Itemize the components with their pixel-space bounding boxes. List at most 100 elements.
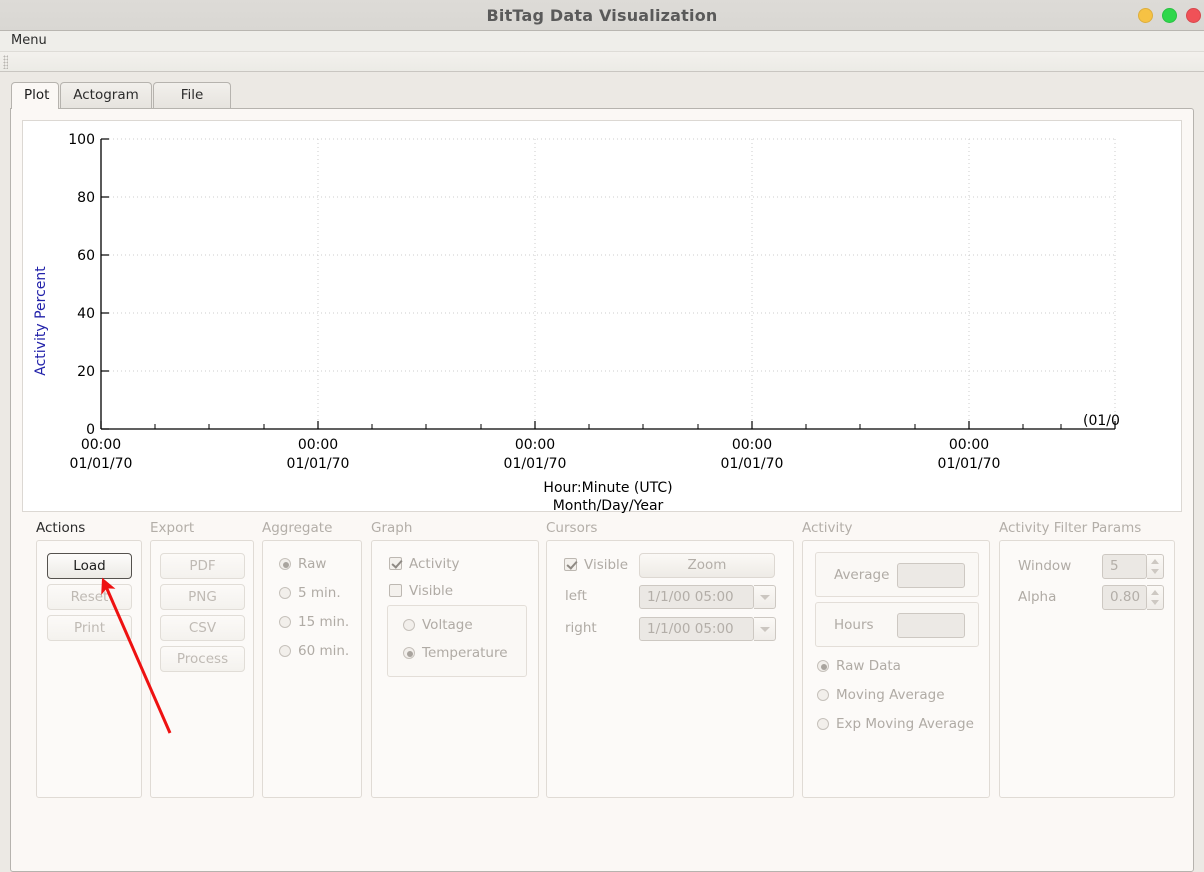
svg-text:01/01/70: 01/01/70 <box>70 456 133 472</box>
reset-button: Reset <box>47 584 132 610</box>
group-cursors-box: Visible Zoom left 1/1/00 05:00 right 1/1… <box>546 540 794 798</box>
plot-gridlines-horizontal <box>101 138 1115 372</box>
group-actions-title: Actions <box>36 520 86 536</box>
group-export-box: PDF PNG CSV Process <box>150 540 254 798</box>
checkbox-icon <box>389 557 402 570</box>
plot-x-minor-ticks <box>154 424 1062 429</box>
plot-gridlines-vertical <box>317 139 1116 429</box>
svg-text:01/01/70: 01/01/70 <box>504 456 567 472</box>
svg-text:00:00: 00:00 <box>949 437 989 453</box>
group-graph: Graph Activity Visible Voltage Temperatu… <box>371 519 539 798</box>
toolbar-drag-handle-icon[interactable] <box>3 55 8 69</box>
window-minimize-button[interactable] <box>1138 8 1153 23</box>
window-close-button[interactable] <box>1186 8 1201 23</box>
radio-icon <box>279 645 291 657</box>
group-actions: Actions Load Reset Print <box>36 519 142 798</box>
svg-text:00:00: 00:00 <box>81 437 121 453</box>
activity-average-label: Average <box>834 567 890 583</box>
group-aggregate-title: Aggregate <box>262 520 333 536</box>
menu-item-menu[interactable]: Menu <box>8 31 50 51</box>
activity-hours-label: Hours <box>834 617 874 633</box>
svg-text:60: 60 <box>77 248 95 264</box>
group-activity-box: Average Hours Raw Data Moving Average Ex… <box>802 540 990 798</box>
svg-text:00:00: 00:00 <box>515 437 555 453</box>
filter-window-spinner-icon <box>1147 554 1164 579</box>
menu-bar: Menu <box>0 31 1204 51</box>
tab-file-info[interactable]: File Info <box>153 82 231 128</box>
group-export: Export PDF PNG CSV Process <box>150 519 254 798</box>
window-maximize-button[interactable] <box>1162 8 1177 23</box>
plot-y-tick-labels: 100 80 60 40 20 0 <box>68 132 95 438</box>
plot-x-ticks <box>100 421 1116 429</box>
svg-text:01/01/70: 01/01/70 <box>287 456 350 472</box>
load-button[interactable]: Load <box>47 553 132 579</box>
radio-icon <box>279 616 291 628</box>
group-cursors-title: Cursors <box>546 520 598 536</box>
toolbar <box>0 51 1204 72</box>
spinner-down-icon <box>1151 569 1159 574</box>
spinner-up-icon <box>1151 590 1159 595</box>
svg-text:Month/Day/Year: Month/Day/Year <box>553 498 664 513</box>
svg-text:Hour:Minute (UTC): Hour:Minute (UTC) <box>543 480 672 496</box>
export-pdf-button: PDF <box>160 553 245 579</box>
plot-axes <box>100 139 1115 430</box>
group-aggregate-box: Raw 5 min. 15 min. 60 min. <box>262 540 362 798</box>
plot-x-axis-label: Hour:Minute (UTC) Month/Day/Year <box>543 480 672 513</box>
svg-text:01/01/70: 01/01/70 <box>721 456 784 472</box>
activity-plot-svg: 100 80 60 40 20 0 Activity Percent 00:00… <box>33 132 1120 513</box>
radio-icon <box>817 718 829 730</box>
filter-alpha-spinner-icon <box>1147 585 1164 610</box>
group-activity-title: Activity <box>802 520 853 536</box>
radio-icon <box>817 689 829 701</box>
svg-text:00:00: 00:00 <box>732 437 772 453</box>
plot-x-tick-labels: 00:00 01/01/70 00:00 01/01/70 00:00 01/0… <box>70 437 1001 472</box>
activity-hours-input <box>897 613 965 638</box>
radio-icon <box>403 619 415 631</box>
svg-text:01/01/70: 01/01/70 <box>938 456 1001 472</box>
plot-canvas[interactable]: 100 80 60 40 20 0 Activity Percent 00:00… <box>22 120 1182 513</box>
cursors-left-input: 1/1/00 05:00 <box>639 585 754 609</box>
activity-average-subgroup: Average <box>815 552 979 597</box>
filter-alpha-label: Alpha <box>1018 589 1057 605</box>
group-aggregate: Aggregate Raw 5 min. 15 min. 60 min. <box>262 519 362 798</box>
svg-text:40: 40 <box>77 306 95 322</box>
cursors-right-dropdown-icon <box>754 617 776 641</box>
tab-panel-plot: 100 80 60 40 20 0 Activity Percent 00:00… <box>10 108 1194 872</box>
activity-average-input <box>897 563 965 588</box>
radio-icon <box>279 587 291 599</box>
cursors-zoom-button: Zoom <box>639 553 775 578</box>
export-csv-button: CSV <box>160 615 245 641</box>
group-graph-box: Activity Visible Voltage Temperature <box>371 540 539 798</box>
svg-text:80: 80 <box>77 190 95 206</box>
plot-y-axis-label: Activity Percent <box>33 266 49 376</box>
filter-window-label: Window <box>1018 558 1072 574</box>
tab-actogram[interactable]: Actogram <box>60 82 152 109</box>
spinner-up-icon <box>1151 559 1159 564</box>
window-title: BitTag Data Visualization <box>486 6 718 25</box>
tab-bar: Plot Actogram File Info <box>0 73 1204 872</box>
group-activity: Activity Average Hours Raw Data Moving A… <box>802 519 990 798</box>
cursors-left-label: left <box>565 588 587 604</box>
export-process-button: Process <box>160 646 245 672</box>
checkbox-icon <box>564 558 577 571</box>
activity-hours-subgroup: Hours <box>815 602 979 647</box>
group-graph-title: Graph <box>371 520 413 536</box>
filter-window-input: 5 <box>1102 554 1147 579</box>
print-button: Print <box>47 615 132 641</box>
window-titlebar: BitTag Data Visualization <box>0 0 1204 31</box>
group-filter-params-title: Activity Filter Params <box>999 520 1142 536</box>
tab-plot[interactable]: Plot <box>11 82 59 109</box>
group-export-title: Export <box>150 520 195 536</box>
radio-icon <box>403 647 415 659</box>
radio-icon <box>279 558 291 570</box>
cursors-left-dropdown-icon <box>754 585 776 609</box>
svg-text:100: 100 <box>68 132 95 148</box>
svg-text:20: 20 <box>77 364 95 380</box>
spinner-down-icon <box>1151 600 1159 605</box>
export-png-button: PNG <box>160 584 245 610</box>
controls-row: Actions Load Reset Print Export PDF PNG … <box>11 519 1195 869</box>
graph-signal-subgroup: Voltage Temperature <box>387 605 527 677</box>
cursors-right-input: 1/1/00 05:00 <box>639 617 754 641</box>
group-filter-params-box: Window 5 Alpha 0.80 <box>999 540 1175 798</box>
cursors-right-label: right <box>565 620 597 636</box>
